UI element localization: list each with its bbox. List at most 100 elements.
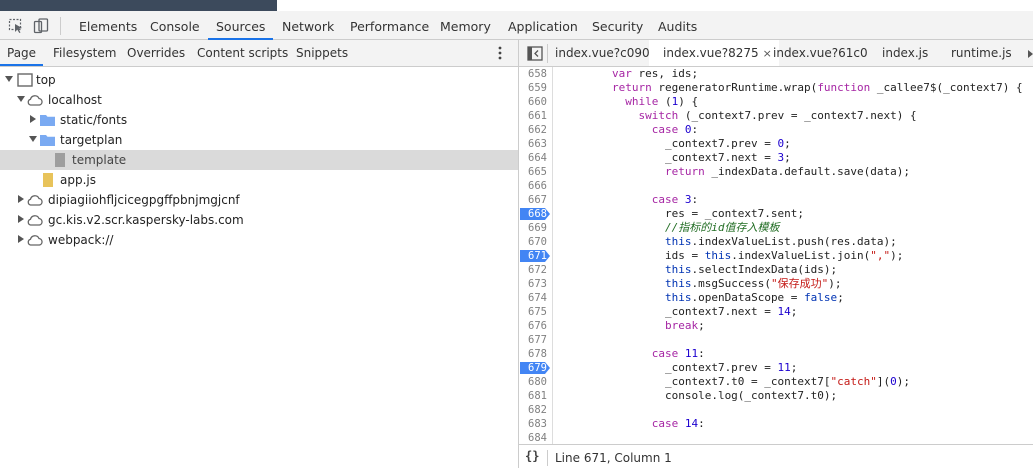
code-editor[interactable]: 658 659 660 661 662 663 664 665 666 667 668 669 670 6… (519, 67, 1033, 456)
line-number[interactable]: 658 (519, 67, 547, 81)
tree-item-label: targetplan (60, 133, 123, 147)
line-number[interactable]: 678 (519, 347, 547, 361)
line-number[interactable]: 661 (519, 109, 547, 123)
collapsed-arrow-icon[interactable] (17, 235, 25, 243)
close-tab-icon[interactable]: × (763, 47, 772, 60)
line-number[interactable]: 670 (519, 235, 547, 249)
tree-item-webpack[interactable]: webpack:// (0, 230, 518, 250)
tree-item-extension[interactable]: dipiagiiohfljcicegpgffpbnjmgjcnf (0, 190, 518, 210)
tree-item-label: template (72, 153, 127, 167)
line-number[interactable]: 680 (519, 375, 547, 389)
more-options-icon[interactable] (497, 45, 503, 61)
line-number[interactable]: 683 (519, 417, 547, 431)
tree-item-template[interactable]: template (0, 150, 518, 170)
line-number[interactable]: 666 (519, 179, 547, 193)
cloud-icon (27, 195, 43, 206)
js-file-icon (43, 173, 53, 187)
tree-item-label: gc.kis.v2.scr.kaspersky-labs.com (48, 213, 244, 227)
line-number[interactable]: 669 (519, 221, 547, 235)
code-line: _context7.prev = 0; (559, 137, 791, 150)
tree-item-app-js[interactable]: app.js (0, 170, 518, 190)
collapsed-arrow-icon[interactable] (17, 215, 25, 223)
tab-sources[interactable]: Sources (208, 11, 274, 40)
tree-item-static-fonts[interactable]: static/fonts (0, 110, 518, 130)
line-number[interactable]: 682 (519, 403, 547, 417)
line-number[interactable]: 667 (519, 193, 547, 207)
code-line: switch (_context7.prev = _context7.next)… (638, 109, 917, 122)
file-icon (55, 153, 65, 167)
line-number[interactable]: 679 (519, 361, 547, 375)
code-line: case 14: (651, 417, 705, 430)
file-tab-index-js[interactable]: index.js (882, 40, 928, 66)
code-line: return regeneratorRuntime.wrap(function … (611, 81, 1023, 94)
tab-network[interactable]: Network (282, 11, 334, 39)
code-line: this.openDataScope = false; (664, 291, 844, 304)
tree-item-top[interactable]: top (0, 70, 518, 90)
tree-item-kaspersky[interactable]: gc.kis.v2.scr.kaspersky-labs.com (0, 210, 518, 230)
file-tab-index-vue-61c0[interactable]: index.vue?61c0 (773, 40, 868, 66)
line-number[interactable]: 660 (519, 95, 547, 109)
navigator-pane: Page Filesystem Overrides Content script… (0, 40, 519, 468)
line-number[interactable]: 664 (519, 151, 547, 165)
file-tabs: index.vue?c090 index.vue?8275 × index.vue… (519, 40, 1033, 67)
line-number[interactable]: 684 (519, 431, 547, 445)
pretty-print-icon[interactable]: {} (525, 449, 539, 463)
code-line: ids = this.indexValueList.join(","); (559, 249, 904, 262)
device-toolbar-icon[interactable] (33, 18, 49, 34)
tree-item-label: top (36, 73, 56, 87)
tab-security[interactable]: Security (592, 11, 643, 39)
toggle-navigator-icon[interactable] (527, 46, 543, 61)
file-tab-runtime-js[interactable]: runtime.js (951, 40, 1012, 66)
file-tab-index-vue-c090[interactable]: index.vue?c090 (555, 40, 650, 66)
line-number[interactable]: 681 (519, 389, 547, 403)
main-toolbar: Elements Console Sources Network Perform… (0, 11, 1033, 40)
line-number[interactable]: 672 (519, 263, 547, 277)
tab-elements[interactable]: Elements (79, 11, 137, 39)
collapsed-arrow-icon[interactable] (17, 195, 25, 203)
tab-overrides[interactable]: Overrides (127, 40, 185, 66)
file-tab-index-vue-8275[interactable]: index.vue?8275 × (649, 40, 779, 66)
line-number[interactable]: 674 (519, 291, 547, 305)
line-number[interactable]: 675 (519, 305, 547, 319)
tab-snippets[interactable]: Snippets (296, 40, 348, 66)
tab-content-scripts[interactable]: Content scripts (197, 40, 288, 66)
cloud-icon (27, 95, 43, 106)
tab-filesystem[interactable]: Filesystem (53, 40, 116, 66)
code-line: while (1) { (625, 95, 699, 108)
tab-performance[interactable]: Performance (350, 11, 429, 39)
tree-item-targetplan[interactable]: targetplan (0, 130, 518, 150)
code-line: _context7.prev = 11; (559, 361, 798, 374)
tree-item-label: dipiagiiohfljcicegpgffpbnjmgjcnf (48, 193, 240, 207)
code-line: break; (664, 319, 705, 332)
tab-application[interactable]: Application (508, 11, 578, 39)
line-number[interactable]: 673 (519, 277, 547, 291)
code-line: console.log(_context7.t0); (559, 389, 838, 402)
collapsed-arrow-icon[interactable] (29, 115, 37, 123)
frame-icon (17, 73, 33, 87)
line-number[interactable]: 676 (519, 319, 547, 333)
line-number[interactable]: 677 (519, 333, 547, 347)
line-number-gutter[interactable]: 658 659 660 661 662 663 664 665 666 667 668 669 670 6… (519, 67, 553, 456)
line-number[interactable]: 663 (519, 137, 547, 151)
line-number[interactable]: 668 (519, 207, 547, 221)
line-number[interactable]: 659 (519, 81, 547, 95)
tree-item-localhost[interactable]: localhost (0, 90, 518, 110)
line-number[interactable]: 671 (519, 249, 547, 263)
status-divider (547, 450, 548, 466)
cloud-icon (27, 215, 43, 226)
line-number[interactable]: 665 (519, 165, 547, 179)
inspect-element-icon[interactable] (8, 18, 24, 34)
tabs-divider (547, 44, 548, 63)
tab-audits[interactable]: Audits (658, 11, 697, 39)
tab-console[interactable]: Console (150, 11, 200, 39)
code-line: case 11: (651, 347, 705, 360)
tab-memory[interactable]: Memory (440, 11, 491, 39)
folder-icon (40, 135, 55, 146)
expanded-arrow-icon[interactable] (5, 75, 13, 83)
editor-pane: index.vue?c090 index.vue?8275 × index.vue… (519, 40, 1033, 470)
expanded-arrow-icon[interactable] (29, 135, 37, 143)
tab-page[interactable]: Page (0, 40, 44, 66)
line-number[interactable]: 662 (519, 123, 547, 137)
expanded-arrow-icon[interactable] (17, 95, 25, 103)
more-tabs-icon[interactable] (1028, 50, 1033, 58)
